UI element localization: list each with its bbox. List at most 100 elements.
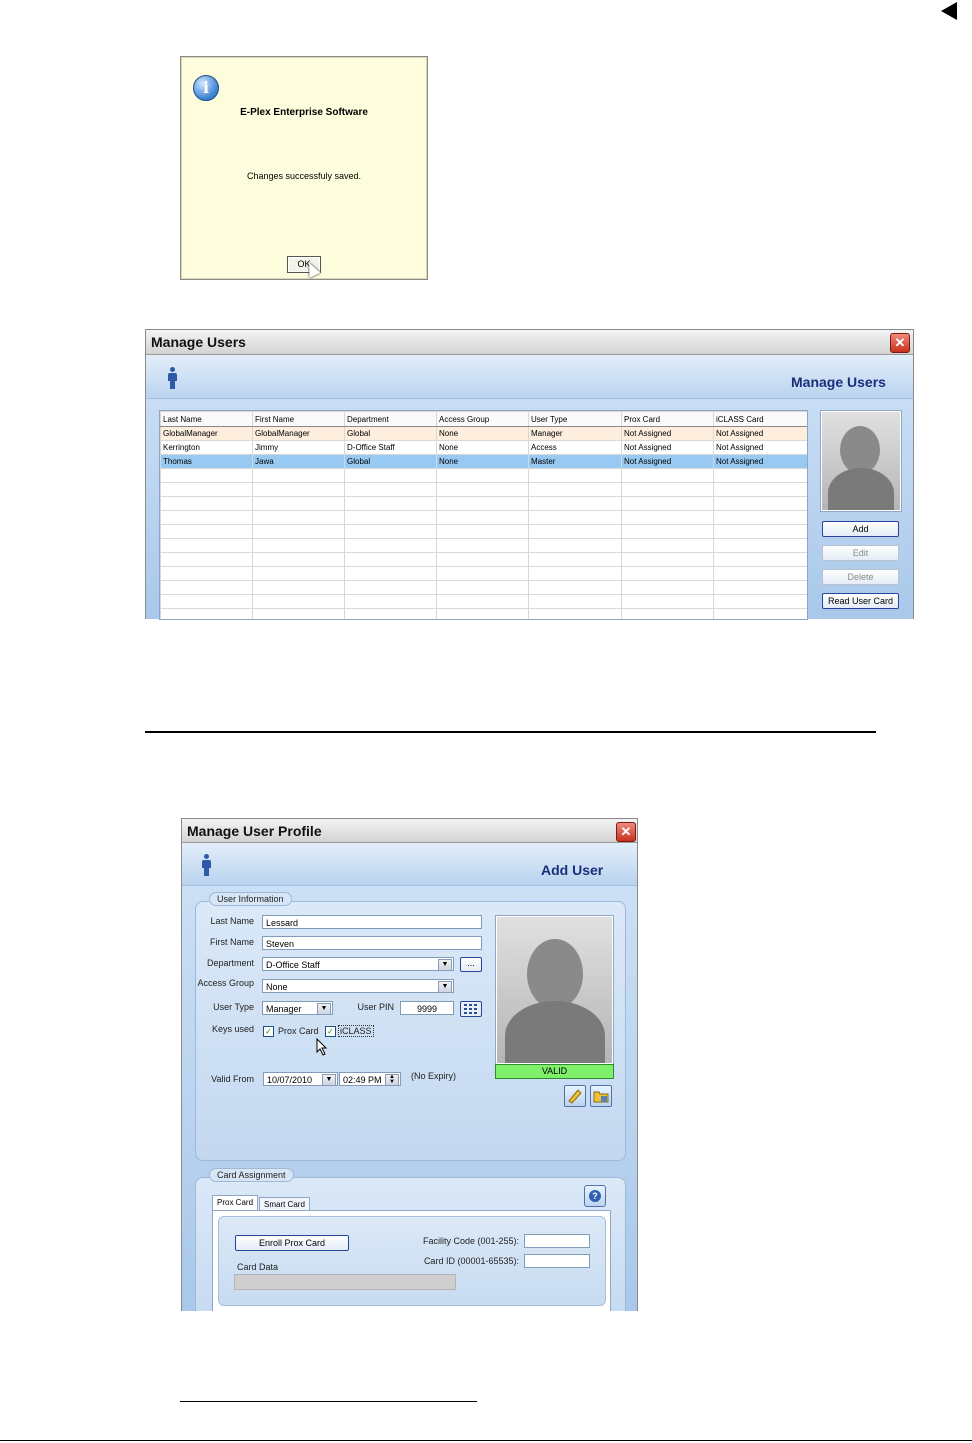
cell: GlobalManager [252,426,345,441]
read-user-card-button[interactable]: Read User Card [822,593,899,609]
facility-code-label: Facility Code (001-255): [422,1236,519,1246]
user-photo-placeholder [820,410,902,512]
last-name-field[interactable]: Lessard [262,915,482,929]
enroll-prox-card-button[interactable]: Enroll Prox Card [235,1235,349,1251]
column-header-iclass-card[interactable]: iCLASS Card [713,411,807,427]
cell: Global [344,426,437,441]
department-browse-button[interactable]: ... [460,957,482,972]
close-button[interactable]: ✕ [616,822,636,842]
user-type-label: User Type [213,1002,254,1012]
chevron-down-icon[interactable]: ▼ [317,1003,331,1015]
chevron-down-icon[interactable]: ▼ [438,959,452,971]
users-table[interactable]: Last Name First Name Department Access G… [159,410,808,620]
table-header-row: Last Name First Name Department Access G… [160,411,807,427]
mouse-cursor-icon [316,1037,328,1056]
cell: Thomas [160,454,253,469]
delete-button[interactable]: Delete [822,569,899,585]
user-pin-field[interactable]: 9999 [400,1001,454,1015]
keys-used-label: Keys used [211,1024,254,1034]
cell: GlobalManager [160,426,253,441]
table-row[interactable]: GlobalManager GlobalManager Global None … [160,426,807,441]
cell: Kerrington [160,440,253,455]
empty-row [160,538,807,553]
info-icon: i [193,75,219,101]
card-assignment-legend: Card Assignment [209,1168,294,1182]
prox-card-checkbox[interactable]: ✓ [263,1026,274,1037]
department-label: Department [206,958,254,968]
table-row[interactable]: Kerrington Jimmy D-Office Staff None Acc… [160,440,807,455]
no-expiry-text: (No Expiry) [411,1071,457,1081]
cell: Manager [528,426,622,441]
previous-page-arrow-icon[interactable] [941,2,957,20]
help-icon[interactable]: ? [584,1185,606,1207]
tab-smart-card[interactable]: Smart Card [259,1197,310,1211]
empty-row [160,468,807,483]
empty-row [160,608,807,619]
browse-photo-icon[interactable] [590,1085,612,1107]
user-information-legend: User Information [209,892,292,906]
keypad-icon[interactable] [460,1001,482,1017]
cell: Jimmy [252,440,345,455]
column-header-last-name[interactable]: Last Name [160,411,253,427]
card-id-field[interactable] [524,1254,590,1268]
add-button[interactable]: Add [822,521,899,537]
user-pin-label: User PIN [357,1002,394,1012]
column-header-first-name[interactable]: First Name [252,411,345,427]
tab-prox-card[interactable]: Prox Card [212,1195,259,1210]
column-header-department[interactable]: Department [344,411,437,427]
header-title: Add User [541,862,604,878]
window-titlebar: Manage Users [146,330,913,355]
valid-from-time-value: 02:49 PM [343,1075,382,1085]
edit-button[interactable]: Edit [822,545,899,561]
cell: D-Office Staff [344,440,437,455]
card-id-label: Card ID (00001-65535): [423,1256,519,1266]
cell: Master [528,454,622,469]
cell: Global [344,454,437,469]
cell: None [436,426,529,441]
access-group-select[interactable]: None ▼ [262,979,454,993]
window-title: Manage User Profile [187,823,322,839]
iclass-checkbox[interactable]: ✓ [325,1026,336,1037]
department-value: D-Office Staff [266,960,320,970]
footnote-divider [180,1401,477,1402]
empty-row [160,496,807,511]
first-name-field[interactable]: Steven [262,936,482,950]
window-title: Manage Users [151,334,246,350]
empty-row [160,580,807,595]
empty-row [160,524,807,539]
manage-user-profile-window: Manage User Profile ✕ Add User User Info… [181,818,638,1311]
column-header-user-type[interactable]: User Type [528,411,622,427]
department-select[interactable]: D-Office Staff ▼ [262,957,454,971]
cell: Access [528,440,622,455]
cell: Not Assigned [713,426,807,441]
iclass-checkbox-label: iCLASS [338,1025,374,1037]
access-group-label: Access Group [197,978,254,988]
user-photo-placeholder [495,915,614,1065]
column-header-access-group[interactable]: Access Group [436,411,529,427]
cell: Jawa [252,454,345,469]
last-name-label: Last Name [210,916,254,926]
valid-from-date[interactable]: 10/07/2010 ▼ [263,1072,338,1086]
card-data-field [234,1274,456,1290]
time-spinner-icon[interactable]: ▲ ▼ [385,1074,399,1086]
facility-code-field[interactable] [524,1234,590,1248]
calendar-dropdown-icon[interactable]: ▼ [322,1074,336,1086]
header-title: Manage Users [791,374,886,390]
valid-from-time[interactable]: 02:49 PM ▲ ▼ [339,1072,401,1086]
access-group-value: None [266,982,288,992]
cell: None [436,440,529,455]
table-row-selected[interactable]: Thomas Jawa Global None Master Not Assig… [160,454,807,469]
user-type-select[interactable]: Manager ▼ [262,1001,333,1015]
first-name-label: First Name [209,937,254,947]
prox-card-checkbox-label: Prox Card [278,1026,319,1036]
cell: Not Assigned [713,440,807,455]
card-data-label: Card Data [237,1262,279,1272]
save-confirmation-dialog: i E-Plex Enterprise Software Changes suc… [180,56,428,280]
edit-photo-icon[interactable] [564,1085,586,1107]
column-header-prox-card[interactable]: Prox Card [621,411,714,427]
cell: Not Assigned [621,454,714,469]
close-button[interactable]: ✕ [890,333,910,353]
empty-row [160,482,807,497]
dialog-title: E-Plex Enterprise Software [240,107,368,118]
chevron-down-icon[interactable]: ▼ [438,981,452,993]
